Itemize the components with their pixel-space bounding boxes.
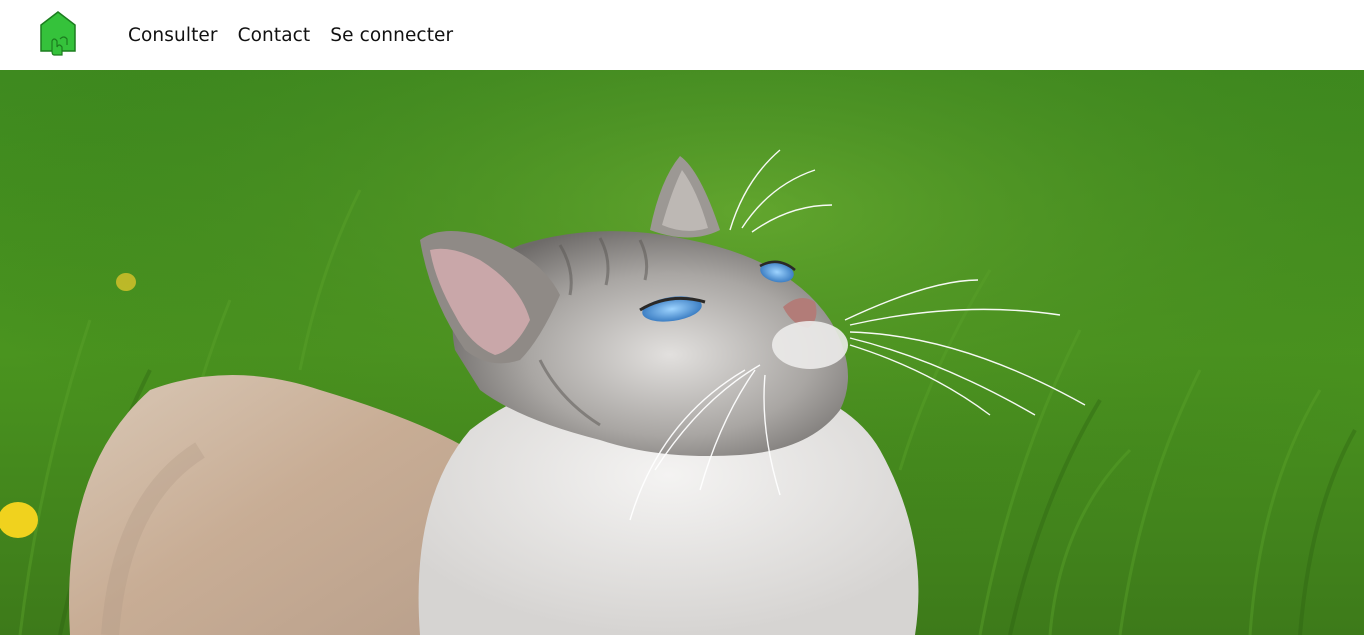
top-navbar: Consulter Contact Se connecter <box>0 0 1364 70</box>
nav-link-se-connecter[interactable]: Se connecter <box>330 25 453 46</box>
nav-link-contact[interactable]: Contact <box>238 25 311 46</box>
main-nav: Consulter Contact Se connecter <box>128 0 473 70</box>
nav-link-consulter[interactable]: Consulter <box>128 25 218 46</box>
home-logo-icon[interactable] <box>40 11 76 57</box>
hero-image <box>0 70 1364 635</box>
cat-photo <box>0 70 1364 635</box>
